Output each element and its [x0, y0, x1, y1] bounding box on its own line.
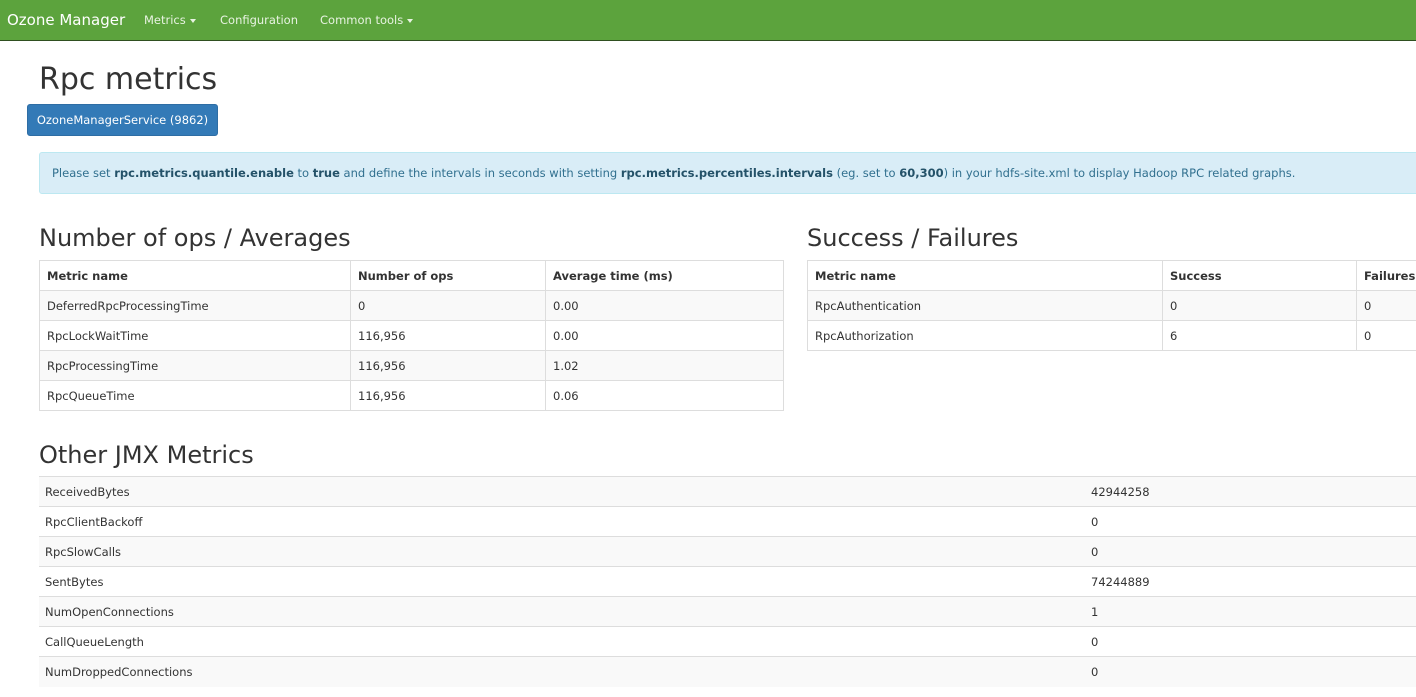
jmx-metric-name: RpcSlowCalls	[39, 536, 1085, 567]
table-row: SentBytes 74244889	[39, 566, 1416, 597]
jmx-metric-name: NumDroppedConnections	[39, 656, 1085, 687]
table-row: RpcClientBackoff 0	[39, 506, 1416, 537]
nav-common-tools-dropdown[interactable]: Common tools	[320, 13, 414, 27]
table-row: RpcSlowCalls 0	[39, 536, 1416, 567]
service-button[interactable]: OzoneManagerService (9862)	[27, 104, 218, 136]
alert-text: ) in your hdfs-site.xml to display Hadoo…	[943, 166, 1296, 180]
ops-section-title: Number of ops / Averages	[39, 224, 351, 252]
jmx-metric-value: 74244889	[1085, 566, 1416, 597]
alert-text: Please set	[52, 166, 115, 180]
success-section-title: Success / Failures	[807, 224, 1019, 252]
metric-name-cell: RpcLockWaitTime	[39, 320, 351, 351]
avg-time-cell: 0.06	[545, 380, 784, 411]
nav-common-tools-label: Common tools	[320, 13, 404, 27]
ops-table: Metric name Number of ops Average time (…	[39, 260, 784, 411]
success-cell: 0	[1162, 290, 1357, 321]
success-cell: 6	[1162, 320, 1357, 351]
table-row: NumOpenConnections 1	[39, 596, 1416, 627]
jmx-metric-name: ReceivedBytes	[39, 476, 1085, 507]
table-row: NumDroppedConnections 0	[39, 656, 1416, 687]
jmx-metric-value: 0	[1085, 626, 1416, 657]
avg-time-cell: 0.00	[545, 290, 784, 321]
avg-time-cell: 1.02	[545, 350, 784, 381]
alert-text: (eg. set to	[832, 166, 900, 180]
table-header-row: Metric name Success Failures	[807, 260, 1416, 291]
metric-name-cell: DeferredRpcProcessingTime	[39, 290, 351, 321]
jmx-metric-name: NumOpenConnections	[39, 596, 1085, 627]
caret-down-icon	[407, 18, 414, 23]
alert-bold: true	[312, 166, 340, 180]
jmx-section-title: Other JMX Metrics	[39, 441, 254, 469]
metric-name-cell: RpcAuthentication	[807, 290, 1163, 321]
column-header: Metric name	[807, 260, 1163, 291]
page-title: Rpc metrics	[39, 62, 218, 97]
table-row: RpcAuthorization 6 0	[807, 320, 1416, 351]
table-row: RpcQueueTime 116,956 0.06	[39, 380, 784, 411]
table-row: DeferredRpcProcessingTime 0 0.00	[39, 290, 784, 321]
ops-cell: 116,956	[350, 380, 546, 411]
table-header-row: Metric name Number of ops Average time (…	[39, 260, 784, 291]
column-header: Average time (ms)	[545, 260, 784, 291]
column-header: Number of ops	[350, 260, 546, 291]
jmx-metric-name: SentBytes	[39, 566, 1085, 597]
table-row: RpcLockWaitTime 116,956 0.00	[39, 320, 784, 351]
metric-name-cell: RpcQueueTime	[39, 380, 351, 411]
jmx-metric-value: 42944258	[1085, 476, 1416, 507]
info-alert: Please set rpc.metrics.quantile.enable t…	[39, 152, 1416, 194]
alert-bold: 60,300	[899, 166, 944, 180]
success-table: Metric name Success Failures RpcAuthenti…	[807, 260, 1416, 351]
column-header: Success	[1162, 260, 1357, 291]
jmx-table: ReceivedBytes 42944258 RpcClientBackoff 0 …	[39, 476, 1416, 687]
table-row: RpcProcessingTime 116,956 1.02	[39, 350, 784, 381]
jmx-metric-name: RpcClientBackoff	[39, 506, 1085, 537]
jmx-metric-value: 0	[1085, 656, 1416, 687]
alert-text: to	[293, 166, 313, 180]
brand-link[interactable]: Ozone Manager	[7, 11, 125, 29]
jmx-metric-value: 0	[1085, 536, 1416, 567]
caret-down-icon	[189, 18, 196, 23]
column-header: Metric name	[39, 260, 351, 291]
metric-name-cell: RpcAuthorization	[807, 320, 1163, 351]
avg-time-cell: 0.00	[545, 320, 784, 351]
ops-cell: 116,956	[350, 350, 546, 381]
nav-configuration[interactable]: Configuration	[220, 13, 298, 27]
nav-metrics-dropdown[interactable]: Metrics	[144, 13, 196, 27]
navbar: Ozone Manager Metrics Configuration Comm…	[0, 0, 1416, 41]
alert-bold: rpc.metrics.quantile.enable	[114, 166, 294, 180]
table-row: RpcAuthentication 0 0	[807, 290, 1416, 321]
jmx-metric-name: CallQueueLength	[39, 626, 1085, 657]
ops-cell: 116,956	[350, 320, 546, 351]
jmx-metric-value: 1	[1085, 596, 1416, 627]
failures-cell: 0	[1356, 290, 1416, 321]
jmx-metric-value: 0	[1085, 506, 1416, 537]
metric-name-cell: RpcProcessingTime	[39, 350, 351, 381]
alert-text: and define the intervals in seconds with…	[339, 166, 621, 180]
alert-bold: rpc.metrics.percentiles.intervals	[620, 166, 833, 180]
failures-cell: 0	[1356, 320, 1416, 351]
ops-cell: 0	[350, 290, 546, 321]
table-row: ReceivedBytes 42944258	[39, 476, 1416, 507]
column-header: Failures	[1356, 260, 1416, 291]
nav-metrics-label: Metrics	[144, 13, 186, 27]
table-row: CallQueueLength 0	[39, 626, 1416, 657]
